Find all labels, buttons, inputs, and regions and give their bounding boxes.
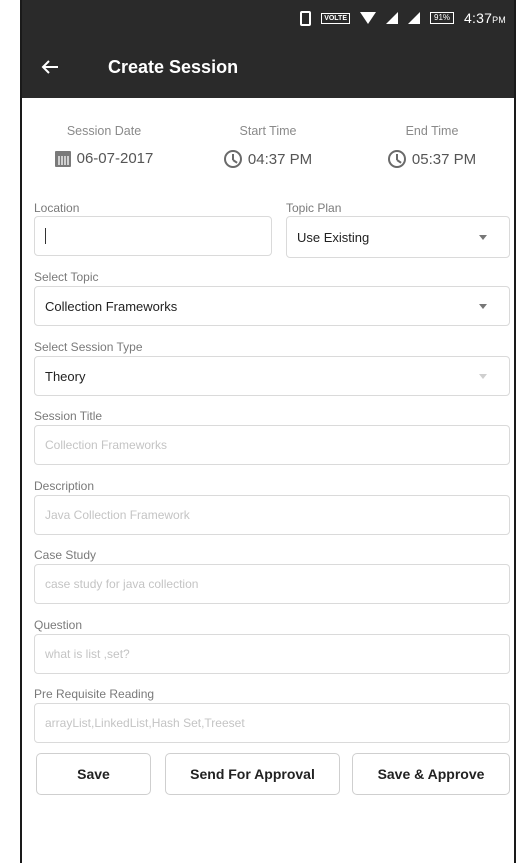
back-button[interactable] [22,36,78,98]
chevron-down-icon [479,304,487,309]
phone-screen: VOLTE 91% 4:37PM Create Session Session … [20,0,516,863]
signal-icon-2 [408,12,421,24]
clock-time-value: 4:37 [464,10,493,26]
topic-plan-value: Use Existing [297,229,370,245]
chevron-down-icon [479,374,487,379]
session-type-label: Select Session Type [34,340,143,354]
start-time-value: 04:37 PM [247,150,313,168]
clock-time: 4:37PM [464,10,506,26]
session-type-select[interactable]: Theory [34,356,510,396]
clock-icon [223,150,242,168]
save-button[interactable]: Save [36,753,151,795]
end-time-value: 05:37 PM [411,150,477,168]
description-label: Description [34,479,95,493]
clock-ampm: PM [492,15,506,25]
page-title: Create Session [108,56,239,77]
schedule-row: Session Date 06-07-2017 Start Time 04:37… [22,124,514,168]
session-type-value: Theory [45,368,86,384]
session-title-label: Session Title [34,409,103,423]
case-study-label: Case Study [34,548,97,562]
question-label: Question [34,618,83,632]
description-placeholder: Java Collection Framework [45,508,190,522]
arrow-back-icon [41,60,58,74]
question-input[interactable]: what is list ,set? [34,634,510,674]
session-date: Session Date 06-07-2017 [22,124,186,168]
text-cursor [45,228,46,244]
pre-requisite-placeholder: arrayList,LinkedList,Hash Set,Treeset [45,716,245,730]
topic-plan-select[interactable]: Use Existing [286,216,510,258]
location-label: Location [34,201,80,215]
app-bar: Create Session [22,36,514,98]
wifi-icon [360,12,377,24]
calendar-icon [54,150,71,167]
description-input[interactable]: Java Collection Framework [34,495,510,535]
case-study-placeholder: case study for java collection [45,577,199,591]
topic-label: Select Topic [34,270,99,284]
start-time-picker[interactable]: 04:37 PM [223,150,313,168]
session-date-picker[interactable]: 06-07-2017 [54,150,154,167]
status-bar: VOLTE 91% 4:37PM [22,0,514,36]
topic-plan-label: Topic Plan [286,201,342,215]
topic-value: Collection Frameworks [45,298,178,314]
topic-select[interactable]: Collection Frameworks [34,286,510,326]
pre-requisite-input[interactable]: arrayList,LinkedList,Hash Set,Treeset [34,703,510,743]
start-time-label: Start Time [239,124,297,138]
start-time: Start Time 04:37 PM [186,124,350,168]
end-time-label: End Time [405,124,459,138]
case-study-input[interactable]: case study for java collection [34,564,510,604]
session-title-input[interactable]: Collection Frameworks [34,425,510,465]
signal-icon [386,12,399,24]
volte-badge: VOLTE [321,12,351,24]
battery-icon: 91% [430,12,455,24]
clock-icon [387,150,406,168]
phone-icon [300,10,312,26]
session-date-value: 06-07-2017 [76,150,154,167]
save-and-approve-button[interactable]: Save & Approve [352,753,510,795]
send-for-approval-button[interactable]: Send For Approval [165,753,340,795]
pre-requisite-label: Pre Requisite Reading [34,687,155,701]
question-placeholder: what is list ,set? [45,647,130,661]
location-input[interactable] [34,216,272,256]
end-time-picker[interactable]: 05:37 PM [387,150,477,168]
session-title-placeholder: Collection Frameworks [45,438,168,452]
session-date-label: Session Date [66,124,142,138]
end-time: End Time 05:37 PM [350,124,514,168]
chevron-down-icon [479,235,487,240]
